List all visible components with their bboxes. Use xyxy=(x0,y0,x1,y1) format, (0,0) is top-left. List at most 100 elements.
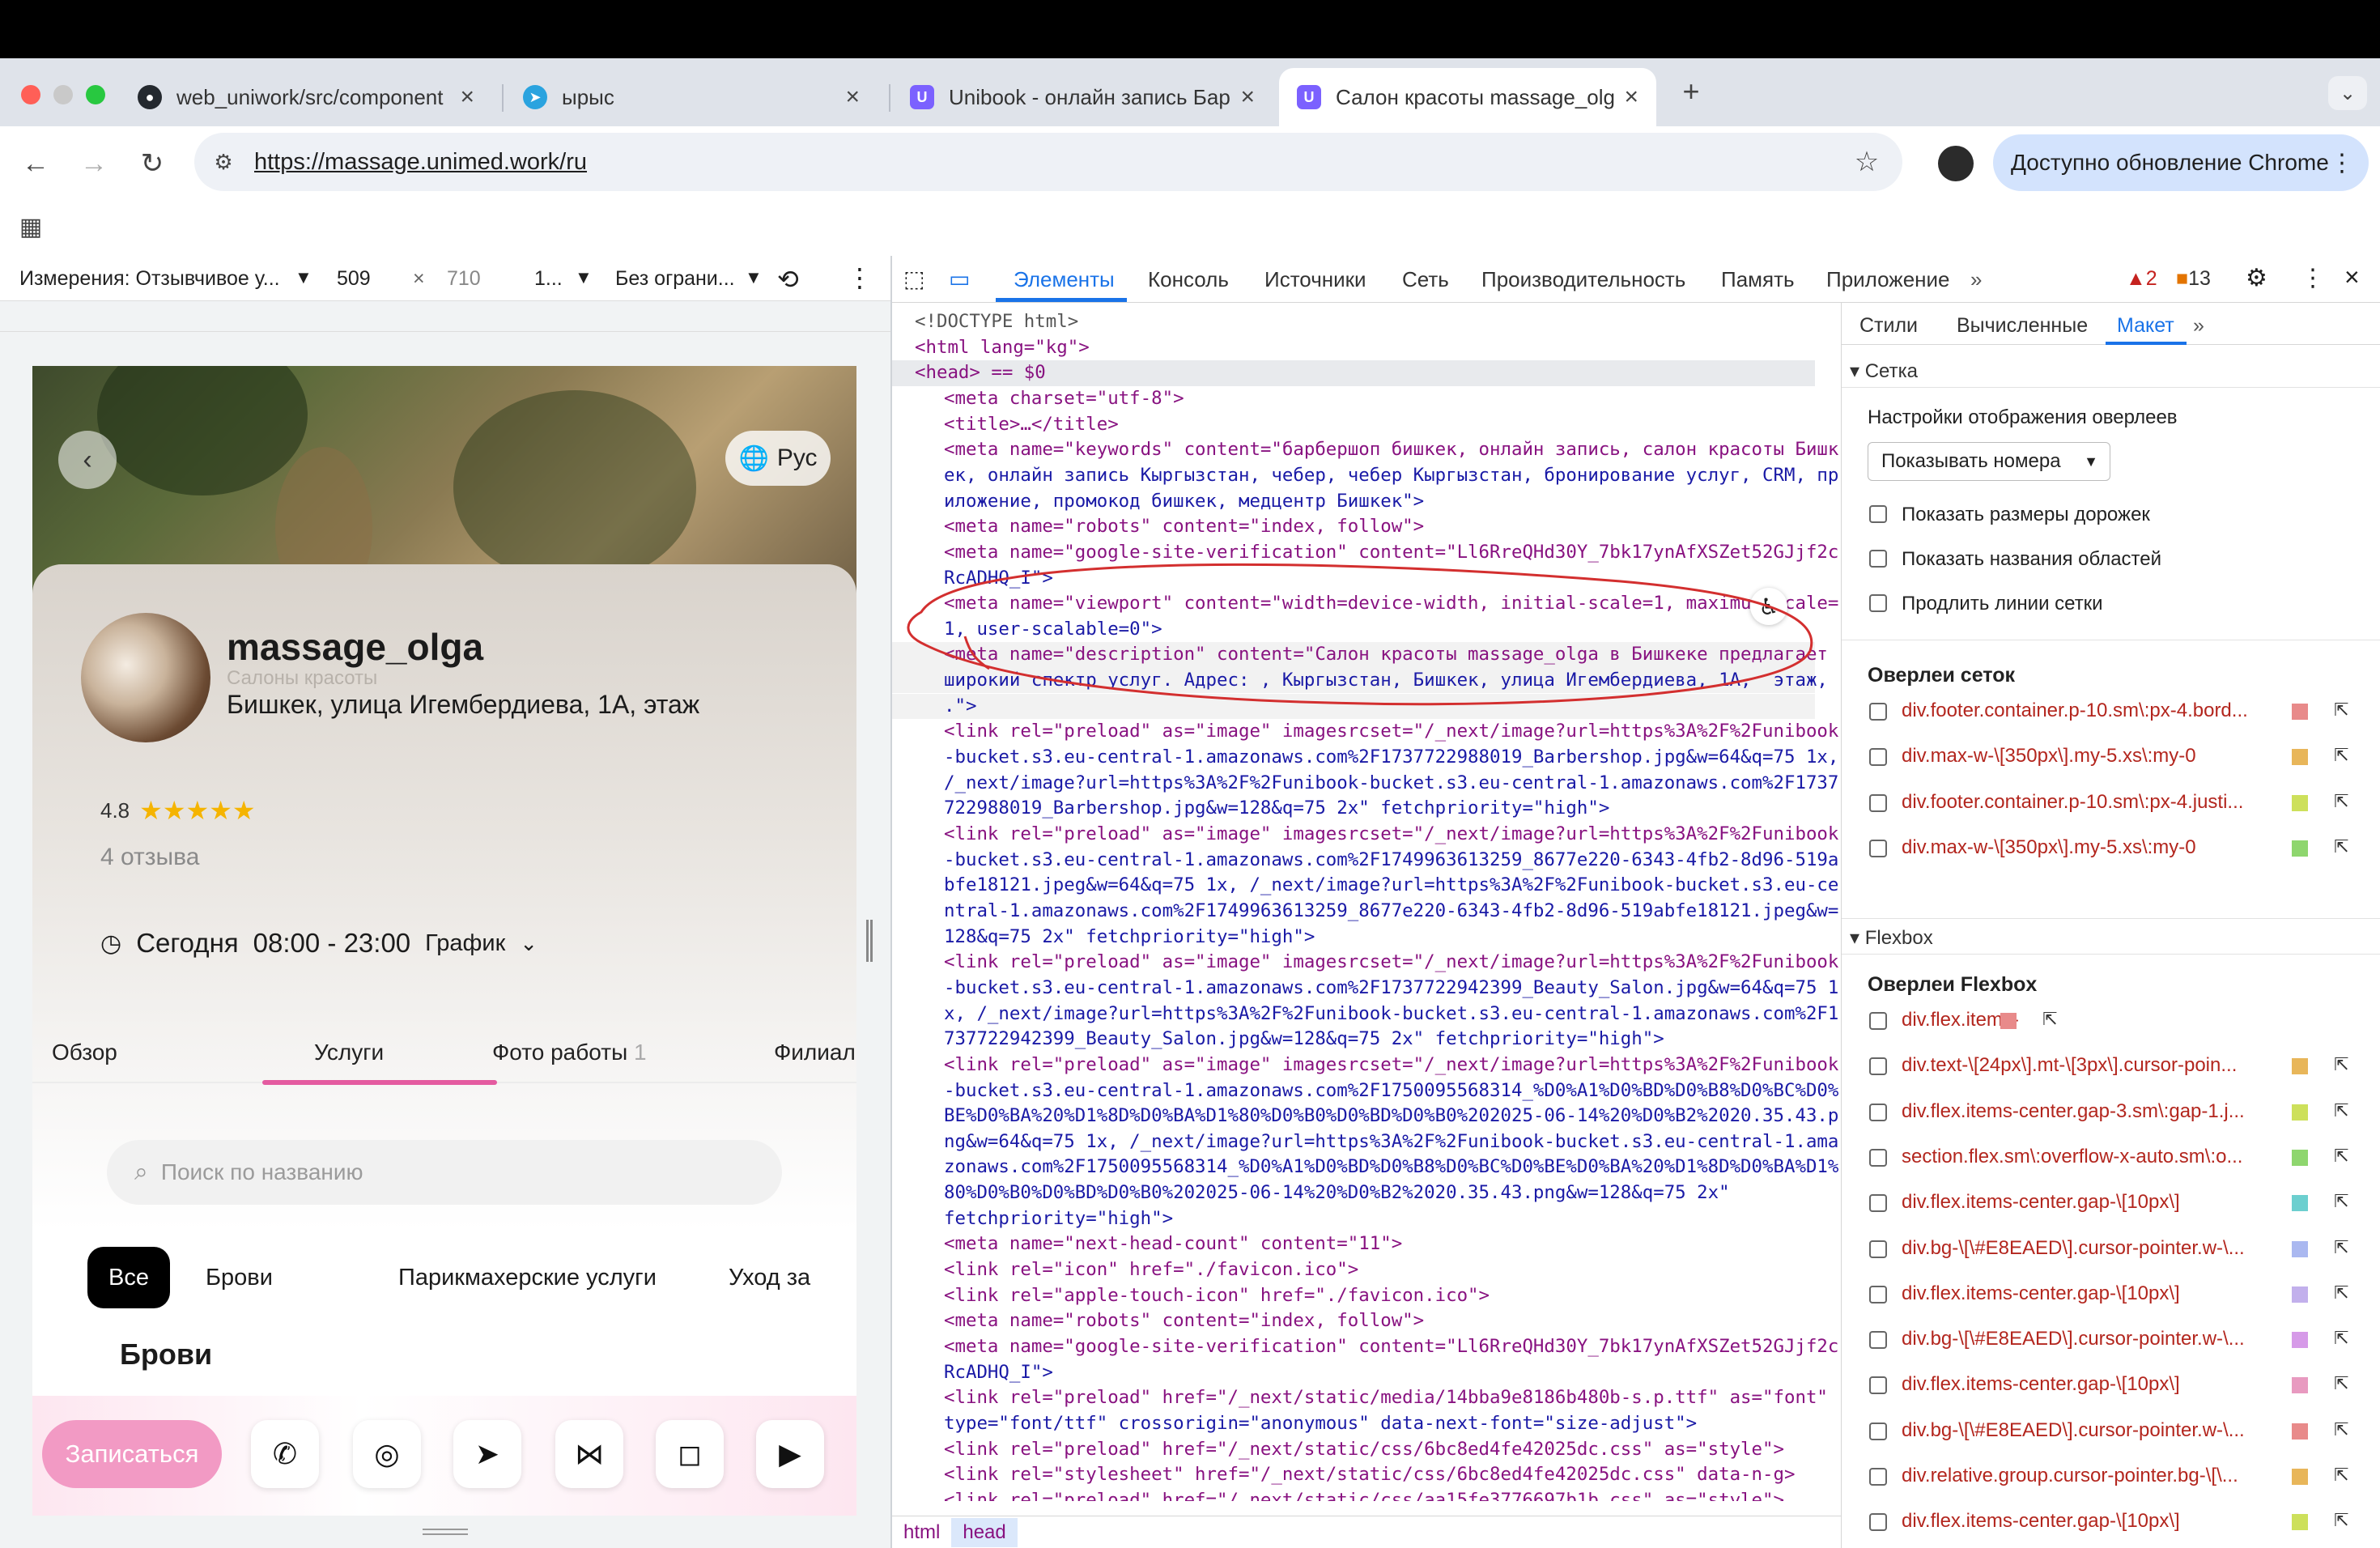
close-tab-icon[interactable]: × xyxy=(1624,83,1638,111)
bottom-resize-handle[interactable] xyxy=(423,1529,468,1535)
reveal-element-icon[interactable]: ⇱ xyxy=(2334,1419,2348,1440)
overlay-item[interactable]: section.flex.sm\:overflow-x-auto.sm\:o..… xyxy=(1868,1146,2369,1170)
overlay-color-swatch[interactable] xyxy=(2292,1149,2308,1166)
reveal-element-icon[interactable]: ⇱ xyxy=(2334,1146,2348,1167)
overlay-item[interactable]: div.flex.items-center.gap-\[10px\] ⇱ xyxy=(1868,1191,2369,1215)
width-input[interactable]: 509 xyxy=(327,262,408,295)
code-line[interactable]: <meta charset="utf-8"> xyxy=(944,386,1184,411)
apps-grid-icon[interactable]: ▦ xyxy=(16,212,45,241)
overlay-color-swatch[interactable] xyxy=(2292,749,2308,766)
overlay-checkbox[interactable] xyxy=(1869,1468,1887,1486)
overlay-item[interactable]: div.max-w-\[350px\].my-5.xs\:my-0 ⇱ xyxy=(1868,836,2369,861)
tab-layout[interactable]: Макет xyxy=(2117,314,2174,338)
reveal-element-icon[interactable]: ⇱ xyxy=(2334,1465,2348,1486)
breadcrumb-html[interactable]: html xyxy=(892,1518,951,1547)
code-line[interactable]: <link rel="preload" href="/_next/static/… xyxy=(944,1385,1828,1410)
breadcrumb-head[interactable]: head xyxy=(951,1517,1018,1547)
code-line[interactable]: <meta name="keywords" content="барбершоп… xyxy=(944,437,1838,462)
zoom-select[interactable]: 1... xyxy=(534,267,563,291)
code-line[interactable]: <meta name="description" content="Салон … xyxy=(892,642,1828,668)
code-line[interactable]: <head> == $0 xyxy=(892,360,1815,386)
code-line[interactable]: <link rel="preload" as="image" imagesrcs… xyxy=(944,950,1838,975)
overlay-item[interactable]: div.flex.items-center.gap-\[10px\] ⇱ xyxy=(1868,1373,2369,1397)
code-line[interactable]: <title>…</title> xyxy=(944,412,1119,437)
viewport-resize-handle[interactable] xyxy=(866,920,873,962)
overlay-checkbox[interactable] xyxy=(1869,1331,1887,1350)
overlay-color-swatch[interactable] xyxy=(2292,1104,2308,1121)
devtools-tab-elements[interactable]: Элементы xyxy=(1014,267,1115,292)
minimize-window-button[interactable] xyxy=(53,85,73,104)
browser-tab-active[interactable]: U Салон красоты massage_olg × xyxy=(1279,68,1656,126)
overlay-checkbox[interactable] xyxy=(1869,1513,1887,1532)
close-devtools-icon[interactable]: × xyxy=(2344,262,2360,292)
height-input[interactable]: 710 xyxy=(437,262,518,295)
code-line[interactable]: <meta name="viewport" content="width=dev… xyxy=(944,591,1838,616)
code-line[interactable]: x, /_next/image?url=https%3A%2F%2Funiboo… xyxy=(944,1002,1838,1027)
code-line[interactable]: ек, онлайн запись Кыргызстан, чебер, чеб… xyxy=(944,463,1838,488)
chevron-down-icon[interactable]: ⌄ xyxy=(520,931,538,956)
tab-search-icon[interactable]: ⌄ xyxy=(2328,76,2367,110)
settings-gear-icon[interactable]: ⚙ xyxy=(2246,264,2267,292)
overlay-checkbox[interactable] xyxy=(1869,703,1887,721)
overlay-color-swatch[interactable] xyxy=(2292,704,2308,720)
close-window-button[interactable] xyxy=(21,85,40,104)
tab-services[interactable]: Услуги xyxy=(314,1040,384,1065)
overlay-color-swatch[interactable] xyxy=(2292,1514,2308,1531)
reveal-element-icon[interactable]: ⇱ xyxy=(2334,700,2348,721)
flexbox-section-header[interactable]: ▾ Flexbox xyxy=(1850,926,1933,950)
devtools-tab-performance[interactable]: Производительность xyxy=(1481,267,1685,292)
whatsapp-icon[interactable]: ◎ xyxy=(353,1420,421,1488)
overlay-item[interactable]: div.flex.items- ⇱ xyxy=(1868,1009,2369,1033)
overlay-item[interactable]: div.flex.items-center.gap-\[10px\] ⇱ xyxy=(1868,1510,2369,1534)
back-arrow-icon[interactable]: ← xyxy=(18,146,53,181)
close-tab-icon[interactable]: × xyxy=(460,83,474,111)
reveal-element-icon[interactable]: ⇱ xyxy=(2334,1100,2348,1121)
overlay-checkbox[interactable] xyxy=(1869,839,1887,857)
code-line[interactable]: -bucket.s3.eu-central-1.amazonaws.com%2F… xyxy=(944,745,1838,770)
rotate-icon[interactable]: ⟲ xyxy=(777,264,799,295)
code-line[interactable]: zonaws.com%2F1750095568314_%D0%A1%D0%BD%… xyxy=(944,1155,1838,1180)
overlay-color-swatch[interactable] xyxy=(2292,1286,2308,1303)
code-line[interactable]: <!DOCTYPE html> xyxy=(915,309,1078,334)
checkbox-area-names[interactable] xyxy=(1869,550,1887,568)
code-line[interactable]: BE%D0%BA%20%D1%8D%D0%BA%D1%80%D0%B0%D0%B… xyxy=(944,1104,1838,1129)
chip-brows[interactable]: Брови xyxy=(206,1247,273,1308)
grid-label-select[interactable]: Показывать номера ▼ xyxy=(1868,442,2110,481)
language-button[interactable]: 🌐 Рус xyxy=(725,431,831,486)
new-tab-icon[interactable]: + xyxy=(1674,74,1708,108)
chrome-update-button[interactable]: Доступно обновление Chrome ⋮ xyxy=(1993,134,2369,191)
share-icon[interactable]: ⋈ xyxy=(555,1420,623,1488)
youtube-icon[interactable]: ▶ xyxy=(756,1420,824,1488)
reveal-element-icon[interactable]: ⇱ xyxy=(2334,1237,2348,1258)
code-line[interactable]: -bucket.s3.eu-central-1.amazonaws.com%2F… xyxy=(944,976,1838,1001)
overlay-color-swatch[interactable] xyxy=(2292,840,2308,857)
overlay-color-swatch[interactable] xyxy=(2292,794,2308,811)
code-line[interactable]: 80%D0%B0%D0%BD%D0%B0%202025-06-14%20%D0%… xyxy=(944,1180,1730,1206)
code-line[interactable]: <link rel="preload" href="/_next/static/… xyxy=(944,1437,1784,1462)
overlay-item[interactable]: div.footer.container.p-10.sm\:px-4.justi… xyxy=(1868,791,2369,815)
reveal-element-icon[interactable]: ⇱ xyxy=(2334,1328,2348,1349)
reveal-element-icon[interactable]: ⇱ xyxy=(2334,1510,2348,1531)
overlay-checkbox[interactable] xyxy=(1869,1422,1887,1440)
overlay-color-swatch[interactable] xyxy=(2292,1423,2308,1440)
devtools-tab-console[interactable]: Консоль xyxy=(1148,267,1229,292)
code-line[interactable]: <link rel="preload" as="image" imagesrcs… xyxy=(944,719,1838,744)
browser-tab-1[interactable]: ● web_uniwork/src/component × xyxy=(120,68,492,126)
more-vert-icon[interactable]: ⋮ xyxy=(847,262,873,293)
code-line[interactable]: <link rel="apple-touch-icon" href="./fav… xyxy=(944,1283,1490,1308)
chip-all[interactable]: Все xyxy=(87,1247,170,1308)
checkbox-extend-lines[interactable] xyxy=(1869,594,1887,612)
overlay-item[interactable]: div.flex.items-center.gap-\[10px\] ⇱ xyxy=(1868,1282,2369,1307)
devtools-tab-sources[interactable]: Источники xyxy=(1264,267,1366,292)
issues-badge[interactable]: ■13 xyxy=(2176,267,2211,291)
reveal-element-icon[interactable]: ⇱ xyxy=(2334,791,2348,812)
overlay-item[interactable]: div.bg-\[\#E8EAED\].cursor-pointer.w-\..… xyxy=(1868,1419,2369,1444)
tab-styles[interactable]: Стили xyxy=(1859,314,1918,338)
code-line[interactable]: RcADHQ_I"> xyxy=(944,1360,1053,1385)
overlay-item[interactable]: div.relative.group.cursor-pointer.bg-\[\… xyxy=(1868,1465,2369,1489)
code-line[interactable]: <link rel="stylesheet" href="/_next/stat… xyxy=(944,1462,1795,1487)
reload-icon[interactable]: ↻ xyxy=(134,146,170,181)
forward-arrow-icon[interactable]: → xyxy=(76,146,112,181)
devtools-tab-network[interactable]: Сеть xyxy=(1402,267,1449,292)
tab-overview[interactable]: Обзор xyxy=(52,1040,117,1065)
